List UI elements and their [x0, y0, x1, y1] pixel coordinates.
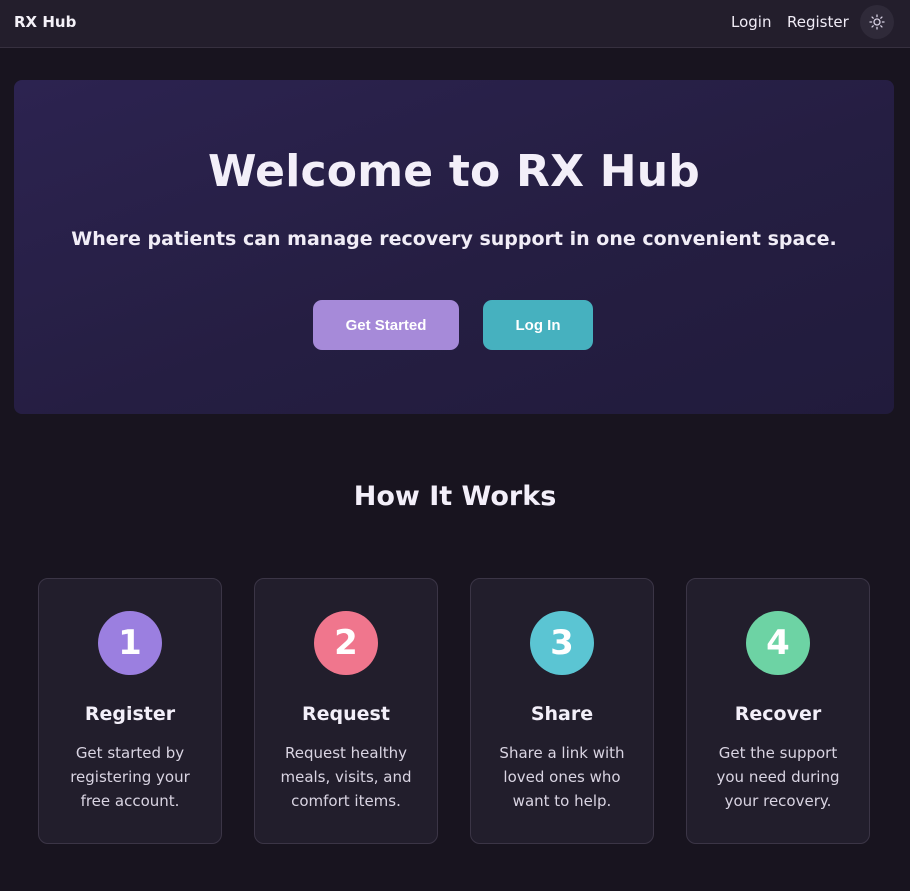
- step-number-badge: 1: [98, 611, 162, 675]
- step-title: Request: [302, 703, 390, 725]
- nav-login-link[interactable]: Login: [731, 13, 771, 31]
- theme-toggle-button[interactable]: [860, 5, 894, 39]
- step-number-badge: 2: [314, 611, 378, 675]
- log-in-button[interactable]: Log In: [483, 300, 593, 350]
- step-number-badge: 4: [746, 611, 810, 675]
- step-card-request: 2 Request Request healthy meals, visits,…: [254, 578, 438, 844]
- brand-logo[interactable]: RX Hub: [14, 13, 76, 31]
- step-card-recover: 4 Recover Get the support you need durin…: [686, 578, 870, 844]
- step-description: Request healthy meals, visits, and comfo…: [280, 744, 412, 810]
- sun-icon: [869, 14, 885, 30]
- get-started-button[interactable]: Get Started: [313, 300, 459, 350]
- how-it-works-title: How It Works: [353, 481, 557, 512]
- step-description: Share a link with loved ones who want to…: [499, 744, 625, 810]
- step-card-share: 3 Share Share a link with loved ones who…: [470, 578, 654, 844]
- hero-title: Welcome to RX Hub: [208, 146, 700, 197]
- step-description: Get started by registering your free acc…: [70, 744, 190, 810]
- step-card-register: 1 Register Get started by registering yo…: [38, 578, 222, 844]
- step-title: Register: [84, 703, 176, 725]
- nav-register-link[interactable]: Register: [787, 13, 849, 31]
- hero-banner: Welcome to RX Hub Where patients can man…: [14, 80, 894, 414]
- hero-subtitle: Where patients can manage recovery suppo…: [71, 228, 837, 250]
- step-title: Share: [530, 703, 594, 725]
- step-description: Get the support you need during your rec…: [716, 744, 840, 810]
- navbar: RX Hub Login Register: [0, 0, 910, 48]
- step-title: Recover: [734, 703, 822, 725]
- step-number-badge: 3: [530, 611, 594, 675]
